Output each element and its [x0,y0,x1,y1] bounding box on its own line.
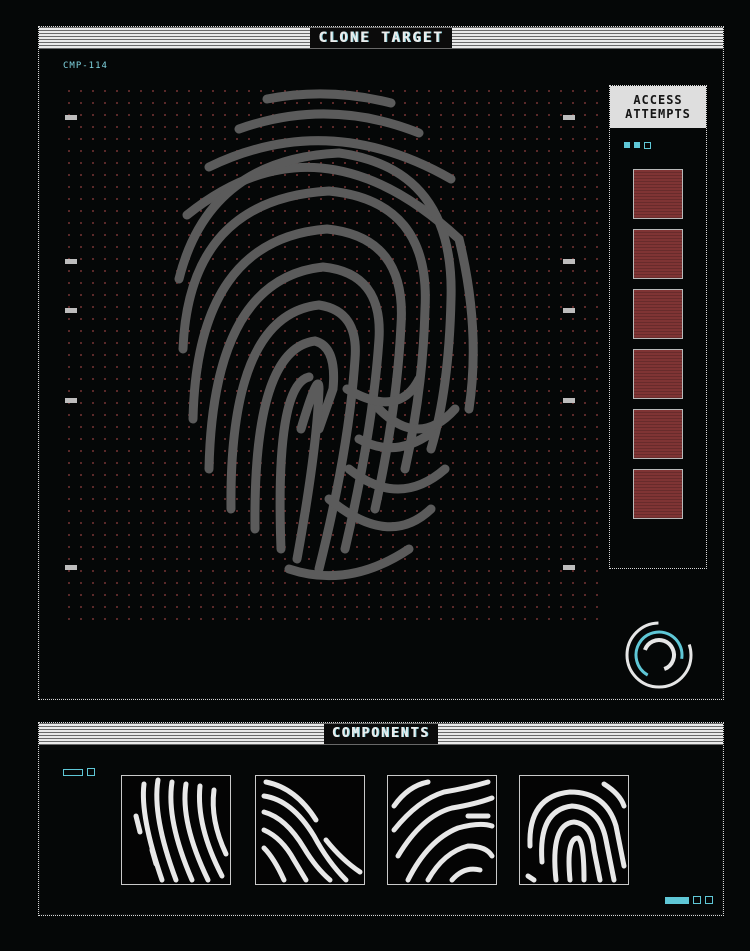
access-attempts-column: ACCESS ATTEMPTS [609,85,707,569]
attempt-slot [633,349,683,399]
access-attempts-title-line2: ATTEMPTS [625,107,691,121]
notch-right [563,115,575,120]
fingerprint-fragment-icon [133,777,229,883]
fingerprint-fragment-icon [261,779,363,883]
attempt-slot [633,469,683,519]
components-indicator [63,769,83,776]
clone-target-title: CLONE TARGET [310,28,452,48]
fingerprint-fragment-icon [391,779,495,883]
status-dot-filled [624,142,630,148]
notch-right [563,259,575,264]
components-status-bar [665,897,689,904]
attempt-slot [633,169,683,219]
fingerprint-icon [174,89,478,581]
clone-target-titlebar: CLONE TARGET [39,27,723,49]
components-status-dot [705,896,713,904]
components-title: COMPONENTS [323,724,439,744]
components-panel: COMPONENTS [38,722,724,916]
component-piece[interactable] [255,775,365,885]
notch-left [65,308,77,313]
clone-target-panel: CLONE TARGET CMP-114 ACCESS ATTEMPTS [38,26,724,700]
notch-right [563,398,575,403]
attempt-slot [633,409,683,459]
component-piece[interactable] [387,775,497,885]
notch-left [65,398,77,403]
components-titlebar: COMPONENTS [39,723,723,745]
component-piece[interactable] [519,775,629,885]
access-attempts-header: ACCESS ATTEMPTS [610,86,706,128]
notch-left [65,565,77,570]
notch-left [65,115,77,120]
spinner-ring-icon [625,621,693,689]
attempt-slot [633,289,683,339]
access-attempts-title-line1: ACCESS [633,93,683,107]
target-id-tag: CMP-114 [63,61,108,71]
notch-right [563,308,575,313]
component-piece[interactable] [121,775,231,885]
components-indicator [87,768,95,776]
status-dot-empty [644,142,651,149]
components-status-dot [693,896,701,904]
notch-left [65,259,77,264]
status-dot-filled [634,142,640,148]
fingerprint-fragment-icon [525,781,627,883]
status-indicators [624,142,651,149]
notch-right [563,565,575,570]
attempt-slot [633,229,683,279]
